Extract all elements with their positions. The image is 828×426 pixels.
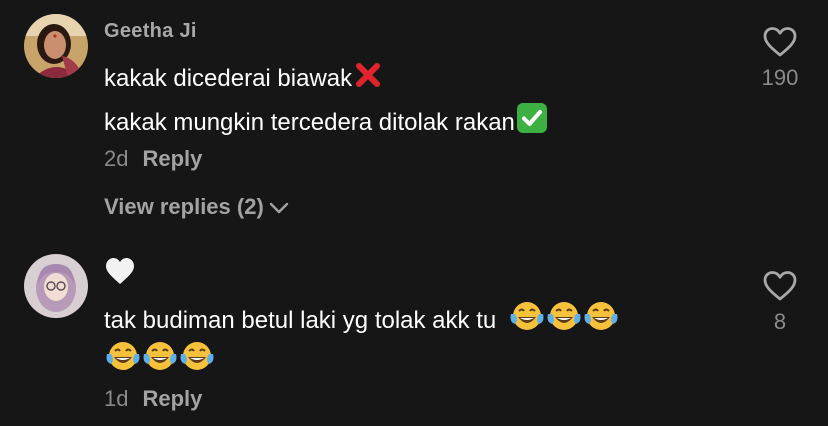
reply-button[interactable]: Reply	[142, 386, 202, 411]
laughing-tears-emoji	[509, 300, 545, 339]
comment-text: tak budiman betul laki yg tolak akk tu	[104, 307, 497, 334]
comment-text-line: tak budiman betul laki yg tolak akk tu	[104, 300, 619, 339]
like-button[interactable]: 8	[750, 270, 810, 335]
heart-outline-icon	[763, 271, 797, 301]
laughing-tears-emoji	[105, 340, 141, 379]
laughing-tears-emoji	[142, 340, 178, 379]
laughing-tears-emoji	[583, 300, 619, 339]
comment-text-line	[104, 340, 215, 379]
comment-age: 1d	[104, 386, 129, 411]
comment-meta: 1d Reply	[104, 386, 202, 412]
avatar[interactable]	[24, 254, 88, 318]
like-count: 8	[773, 309, 787, 334]
laughing-tears-emoji	[179, 340, 215, 379]
white-heart-icon	[104, 256, 136, 291]
comment-item: tak budiman betul laki yg tolak akk tu 1…	[0, 0, 828, 426]
laughing-tears-emoji	[546, 300, 582, 339]
